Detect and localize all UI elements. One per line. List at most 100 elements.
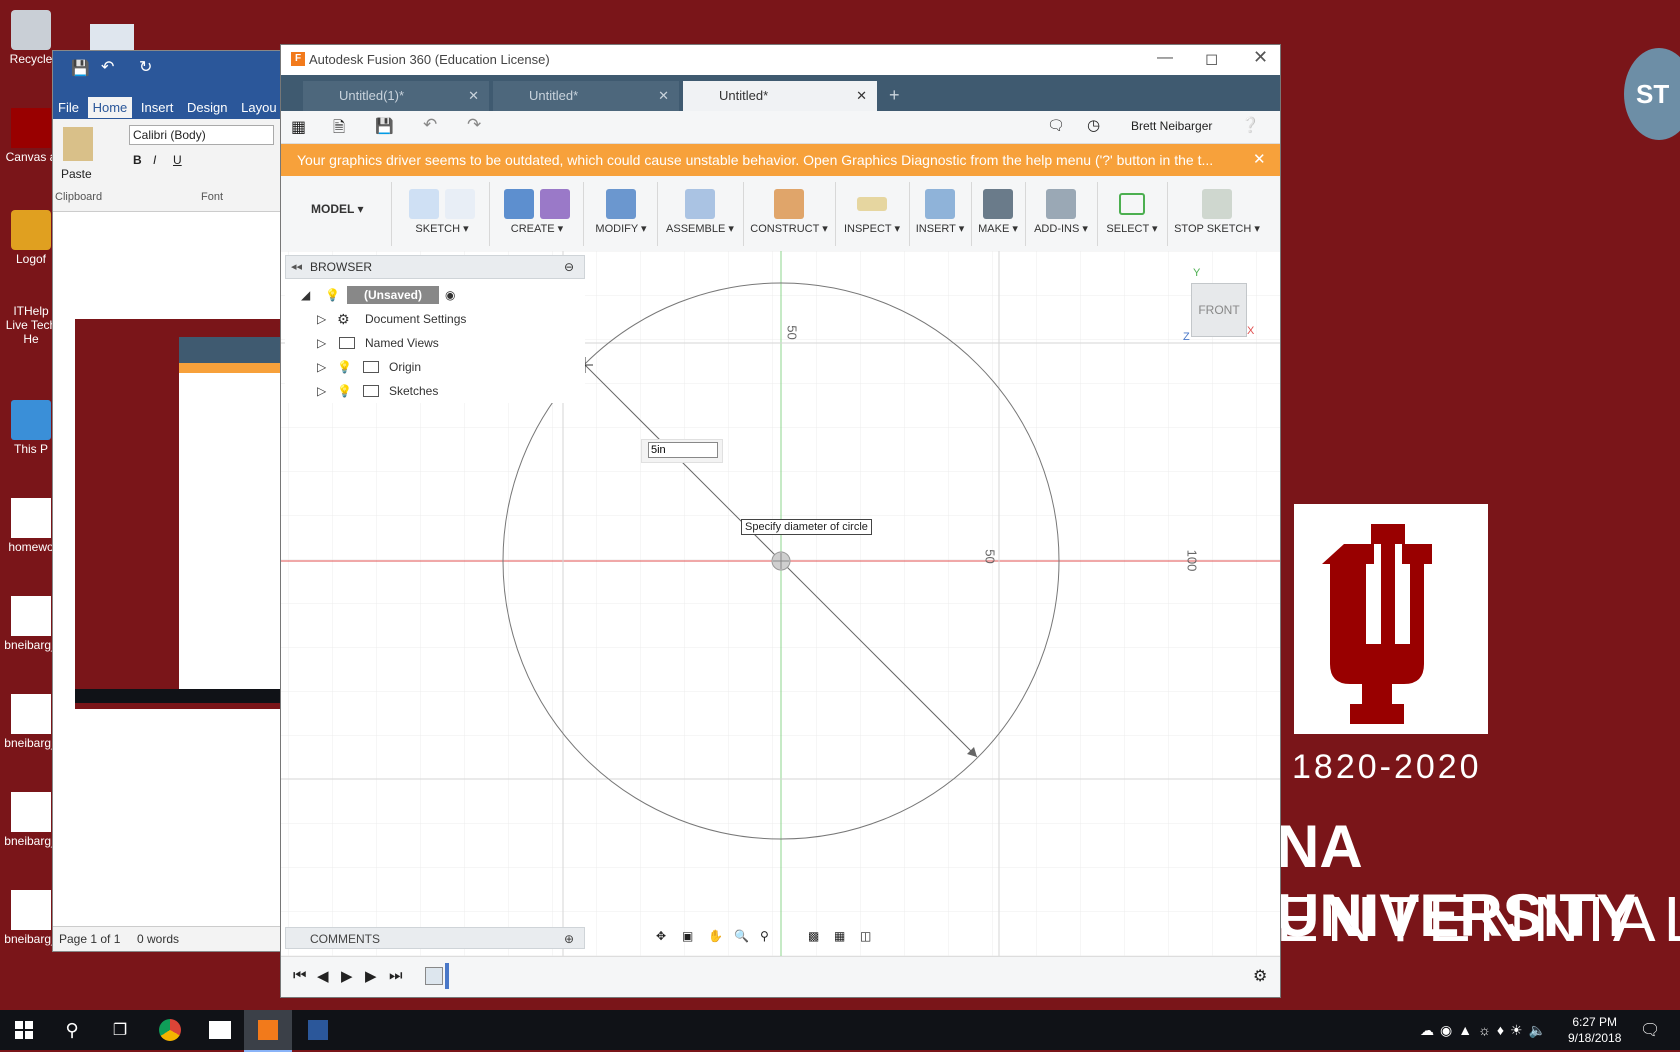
close-icon[interactable]: ✕: [658, 81, 669, 111]
toolbar-construct[interactable]: CONSTRUCT ▾: [745, 186, 833, 235]
press-pull-icon[interactable]: [606, 189, 636, 219]
fusion-taskbar-icon[interactable]: [244, 1010, 292, 1052]
collapse-arrows-icon[interactable]: ◂◂: [291, 256, 302, 278]
sketch-canvas[interactable]: 50 50 100 Specify diameter of circle ◂◂ …: [281, 251, 1280, 957]
3d-print-icon[interactable]: [983, 189, 1013, 219]
word-tab-home[interactable]: Home: [87, 97, 133, 118]
system-tray-icons[interactable]: ☁◉▲☼♦☀🔈: [1420, 1022, 1552, 1039]
save-icon[interactable]: 💾: [375, 117, 394, 135]
notifications-icon[interactable]: 🗨: [1640, 1020, 1660, 1040]
add-comment-icon[interactable]: ⊕: [564, 928, 574, 950]
fit-icon[interactable]: ⚲: [760, 929, 778, 947]
help-icon[interactable]: ❔: [1241, 116, 1260, 134]
browser-item-document-settings[interactable]: ▷ ⚙ Document Settings: [285, 307, 585, 331]
select-cursor-icon[interactable]: [1119, 193, 1145, 215]
grid-settings-icon[interactable]: ▦: [834, 929, 852, 947]
insert-image-icon[interactable]: [925, 189, 955, 219]
lightbulb-icon[interactable]: 💡: [337, 379, 352, 403]
browser-item-sketches[interactable]: ▷ 💡 Sketches: [285, 379, 585, 403]
tab-untitled-active[interactable]: Untitled* ✕: [683, 81, 877, 111]
expand-arrow-icon[interactable]: ▷: [317, 331, 326, 355]
play-icon[interactable]: ▶: [341, 967, 353, 985]
paste-label[interactable]: Paste: [61, 167, 92, 181]
desktop-file-thumbnail[interactable]: [90, 24, 134, 50]
timeline-marker[interactable]: [445, 963, 449, 989]
gear-icon[interactable]: ⚙: [1253, 966, 1267, 986]
toolbar-addins[interactable]: ADD-INS ▾: [1027, 186, 1095, 235]
comments-panel[interactable]: COMMENTS ⊕: [285, 927, 585, 949]
search-icon[interactable]: ⚲: [48, 1010, 96, 1050]
chrome-icon[interactable]: [146, 1010, 194, 1050]
lightbulb-icon[interactable]: 💡: [325, 283, 340, 307]
word-taskbar-icon[interactable]: [294, 1010, 342, 1050]
desktop-icon-file[interactable]: bneibarg_: [4, 596, 58, 652]
paste-icon[interactable]: [63, 127, 93, 161]
go-to-start-icon[interactable]: ⏮: [293, 967, 307, 984]
expand-arrow-icon[interactable]: ▷: [317, 307, 326, 331]
toolbar-stop-sketch[interactable]: STOP SKETCH ▾: [1169, 186, 1265, 235]
toolbar-modify[interactable]: MODIFY ▾: [587, 186, 655, 235]
spline-icon[interactable]: [445, 189, 475, 219]
toolbar-make[interactable]: MAKE ▾: [973, 186, 1023, 235]
italic-icon[interactable]: I: [153, 153, 156, 167]
undo-icon[interactable]: ↶: [101, 57, 114, 77]
desktop-icon-homework[interactable]: homewo: [4, 498, 58, 554]
zoom-icon[interactable]: 🔍: [734, 929, 752, 947]
redo-icon[interactable]: ↻: [139, 57, 152, 77]
desktop-icon-logoff[interactable]: Logof: [4, 210, 58, 266]
minus-circle-icon[interactable]: ⊖: [564, 256, 574, 278]
scripts-gear-icon[interactable]: [1046, 189, 1076, 219]
lightbulb-off-icon[interactable]: 💡: [337, 355, 352, 379]
browser-item-origin[interactable]: ▷ 💡 Origin: [285, 355, 585, 379]
toolbar-insert[interactable]: INSERT ▾: [911, 186, 969, 235]
desktop-icon-file[interactable]: bneibarg_: [4, 890, 58, 946]
display-settings-icon[interactable]: ▩: [808, 929, 826, 947]
new-component-icon[interactable]: [685, 189, 715, 219]
desktop-icon-file[interactable]: bneibarg_: [4, 694, 58, 750]
word-tab-insert[interactable]: Insert: [136, 97, 179, 118]
create-sketch-icon[interactable]: [409, 189, 439, 219]
save-icon[interactable]: 💾: [71, 59, 90, 77]
redo-icon[interactable]: ↷: [467, 115, 481, 135]
expand-arrow-icon[interactable]: ▷: [317, 379, 326, 403]
font-name-select[interactable]: Calibri (Body): [129, 125, 274, 145]
close-button[interactable]: ✕: [1253, 47, 1268, 68]
pan-hand-icon[interactable]: ✋: [708, 929, 726, 947]
word-tab-layout[interactable]: Layou: [236, 97, 281, 118]
comment-icon[interactable]: 🗨: [1047, 117, 1065, 134]
toolbar-create[interactable]: CREATE ▾: [493, 186, 581, 235]
underline-icon[interactable]: U: [173, 153, 182, 167]
workspace-switcher[interactable]: MODEL ▾: [311, 202, 363, 216]
bold-icon[interactable]: B: [133, 153, 142, 167]
diameter-input[interactable]: [648, 442, 718, 458]
measure-ruler-icon[interactable]: [857, 197, 887, 211]
orbit-icon[interactable]: ✥: [656, 929, 674, 947]
activate-radio-icon[interactable]: ◉: [445, 283, 455, 307]
sketch-feature-icon[interactable]: [425, 967, 443, 985]
start-button[interactable]: [0, 1010, 48, 1050]
toolbar-assemble[interactable]: ASSEMBLE ▾: [659, 186, 741, 235]
toolbar-inspect[interactable]: INSPECT ▾: [837, 186, 907, 235]
expand-triangle-icon[interactable]: ◢: [301, 283, 310, 307]
maximize-button[interactable]: ◻: [1205, 49, 1218, 69]
close-icon[interactable]: ✕: [856, 81, 867, 111]
word-tab-file[interactable]: File: [53, 97, 84, 118]
desktop-icon-ithelp[interactable]: ITHelp Live Tech He: [4, 304, 58, 346]
form-icon[interactable]: [540, 189, 570, 219]
browser-item-named-views[interactable]: ▷ Named Views: [285, 331, 585, 355]
look-at-icon[interactable]: ▣: [682, 929, 700, 947]
step-back-icon[interactable]: ◀: [317, 967, 329, 985]
new-tab-plus-icon[interactable]: +: [889, 85, 900, 106]
word-tab-design[interactable]: Design: [182, 97, 232, 118]
viewcube[interactable]: FRONT: [1191, 283, 1247, 337]
minimize-button[interactable]: —: [1157, 49, 1173, 67]
undo-icon[interactable]: ↶: [423, 115, 437, 135]
expand-arrow-icon[interactable]: ▷: [317, 355, 326, 379]
tab-untitled-2[interactable]: Untitled* ✕: [493, 81, 679, 111]
task-view-icon[interactable]: ❐: [96, 1010, 144, 1050]
desktop-icon-file[interactable]: bneibarg_: [4, 792, 58, 848]
desktop-icon-thispc[interactable]: This P: [4, 400, 58, 456]
data-panel-grid-icon[interactable]: ▦: [291, 117, 306, 137]
close-icon[interactable]: ✕: [468, 81, 479, 111]
tab-untitled-1[interactable]: Untitled(1)* ✕: [303, 81, 489, 111]
